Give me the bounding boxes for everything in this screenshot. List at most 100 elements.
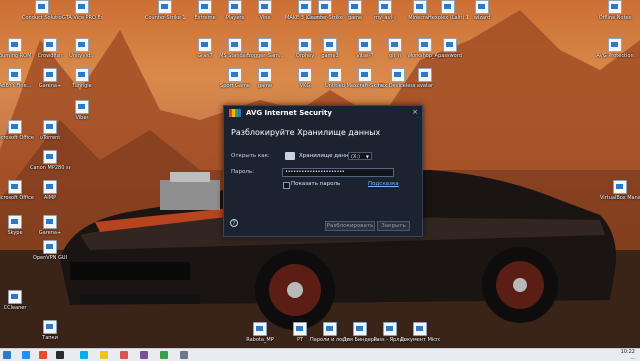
shortcut-icon bbox=[298, 68, 312, 82]
desktop-icon[interactable]: AIMP bbox=[30, 180, 70, 201]
shortcut-icon bbox=[383, 322, 397, 336]
desktop-icon[interactable]: Canon MP280 seri... bbox=[30, 150, 70, 171]
close-icon[interactable]: × bbox=[412, 108, 418, 116]
desktop-icon-label: Garena+ bbox=[38, 83, 62, 89]
app-taskbar-icon[interactable] bbox=[180, 351, 188, 359]
dialog-titlebar[interactable]: AVG Internet Security × bbox=[224, 106, 422, 120]
shortcut-icon bbox=[258, 68, 272, 82]
shortcut-icon bbox=[228, 68, 242, 82]
desktop-icon-label: uTorrent bbox=[39, 135, 61, 141]
desktop-icon[interactable]: Hotspot bbox=[630, 38, 640, 59]
explorer-icon[interactable] bbox=[100, 351, 108, 359]
desktop-icon[interactable]: 123 bbox=[630, 322, 640, 343]
desktop-icon-label: game bbox=[257, 83, 273, 89]
steam-icon[interactable] bbox=[56, 351, 64, 359]
desktop-icon[interactable]: Opera bbox=[630, 215, 640, 236]
start-button[interactable] bbox=[3, 351, 11, 359]
desktop-icon-label: VirtualBox Manager bbox=[600, 195, 640, 201]
dialog-heading: Разблокируйте Хранилище данных bbox=[231, 128, 381, 137]
ie-icon[interactable] bbox=[22, 351, 30, 359]
desktop-icon[interactable]: Frogger_Sam... bbox=[245, 38, 285, 59]
desktop-icon[interactable]: Garena+ bbox=[30, 68, 70, 89]
shortcut-icon bbox=[391, 68, 405, 82]
desktop-icon-label: Offline Notes bbox=[598, 15, 632, 21]
desktop-icon-label: Тапки bbox=[42, 335, 58, 341]
desktop-icon[interactable]: my_avl_j bbox=[365, 0, 405, 21]
avg-unlock-dialog: AVG Internet Security × Разблокируйте Хр… bbox=[223, 105, 423, 237]
desktop-icon-label: GTA Vice PRO Ed... bbox=[62, 15, 102, 21]
opera-icon[interactable] bbox=[120, 351, 128, 359]
desktop-icon[interactable]: ideal bbox=[630, 0, 640, 21]
desktop-icon[interactable]: avatar bbox=[405, 68, 445, 89]
desktop-icon-label: AVG Protection bbox=[596, 53, 634, 59]
shortcut-icon bbox=[353, 322, 367, 336]
desktop-icon[interactable]: VirtualBox Manager bbox=[600, 180, 640, 201]
chrome-icon[interactable] bbox=[39, 351, 47, 359]
shortcut-icon bbox=[613, 180, 627, 194]
shortcut-icon bbox=[323, 322, 337, 336]
desktop-icon[interactable]: wizard bbox=[462, 0, 502, 21]
shortcut-icon bbox=[198, 38, 212, 52]
shortcut-icon bbox=[43, 120, 57, 134]
shortcut-icon bbox=[75, 68, 89, 82]
desktop-icon-label: 123 bbox=[630, 337, 640, 343]
shortcut-icon bbox=[328, 68, 342, 82]
shortcut-icon bbox=[228, 0, 242, 14]
show-password-checkbox[interactable] bbox=[283, 182, 290, 189]
desktop-icon-label: Vine bbox=[259, 15, 271, 21]
shortcut-icon bbox=[608, 0, 622, 14]
desktop-icon[interactable]: Garena+ bbox=[30, 215, 70, 236]
shortcut-icon bbox=[43, 68, 57, 82]
desktop-icon[interactable]: game1 bbox=[310, 38, 350, 59]
desktop-icon-label: game1 bbox=[321, 53, 339, 59]
skype-icon[interactable] bbox=[80, 351, 88, 359]
desktop-icon[interactable]: Conduct Solutions bbox=[22, 0, 62, 21]
desktop-icon[interactable]: Counter-Strike 1.6 Config bbox=[145, 0, 185, 21]
desktop-icon[interactable]: Yandex bbox=[630, 140, 640, 161]
desktop-icon[interactable]: Offline Notes bbox=[595, 0, 635, 21]
shortcut-icon bbox=[348, 0, 362, 14]
viber-icon[interactable] bbox=[140, 351, 148, 359]
desktop-icon-label: AIMP bbox=[43, 195, 57, 201]
desktop-icon[interactable]: Vine bbox=[245, 0, 285, 21]
show-password-label[interactable]: Показать пароль bbox=[291, 181, 340, 187]
unlock-button[interactable]: Разблокировать bbox=[325, 221, 375, 231]
shortcut-icon bbox=[253, 322, 267, 336]
desktop-icon-label: password bbox=[438, 53, 462, 59]
desktop-icon[interactable]: password bbox=[430, 38, 470, 59]
shortcut-icon bbox=[43, 320, 57, 334]
desktop-icon[interactable]: AVG Protection bbox=[595, 38, 635, 59]
desktop-icon[interactable]: Viber bbox=[62, 100, 102, 121]
desktop-icon[interactable]: Тапки bbox=[30, 320, 70, 341]
avg-taskbar-icon[interactable] bbox=[160, 351, 168, 359]
clock-date: ... bbox=[630, 355, 635, 361]
desktop-icon[interactable]: UnityVid... bbox=[62, 38, 102, 59]
shortcut-icon bbox=[323, 38, 337, 52]
desktop-icon[interactable]: GTA Vice PRO Ed... bbox=[62, 0, 102, 21]
password-field[interactable]: •••••••••••••••••••••• bbox=[282, 168, 394, 177]
hint-link[interactable]: Подсказка bbox=[368, 181, 399, 187]
shortcut-icon bbox=[441, 0, 455, 14]
help-icon[interactable]: ? bbox=[230, 219, 238, 227]
desktop-icon-label: UnityVid... bbox=[69, 53, 95, 59]
shortcut-icon bbox=[198, 0, 212, 14]
shortcut-icon bbox=[43, 240, 57, 254]
drive-letter-select[interactable]: (X:) ▼ bbox=[348, 152, 372, 160]
desktop-icon[interactable]: Документ Microsoft... bbox=[400, 322, 440, 343]
shortcut-icon bbox=[293, 322, 307, 336]
close-button[interactable]: Закрыть bbox=[377, 221, 410, 231]
desktop-icon-label: Yandex bbox=[630, 155, 640, 161]
open-as-label: Открыть как: bbox=[231, 153, 270, 159]
desktop-icon[interactable]: CCleaner bbox=[0, 290, 35, 311]
shortcut-icon bbox=[358, 68, 372, 82]
clock[interactable]: 10:22 ... bbox=[621, 349, 635, 361]
desktop-icon-label: OpenVPN GUI bbox=[32, 255, 68, 261]
taskbar: 10:22 ... bbox=[0, 348, 640, 361]
shortcut-icon bbox=[158, 0, 172, 14]
shortcut-icon bbox=[388, 38, 402, 52]
desktop-icon[interactable]: OpenVPN GUI bbox=[30, 240, 70, 261]
desktop-icon[interactable]: Rabota_MP bbox=[240, 322, 280, 343]
desktop-icon[interactable]: game bbox=[245, 68, 285, 89]
desktop-icon[interactable]: uTorrent bbox=[30, 120, 70, 141]
shortcut-icon bbox=[75, 38, 89, 52]
